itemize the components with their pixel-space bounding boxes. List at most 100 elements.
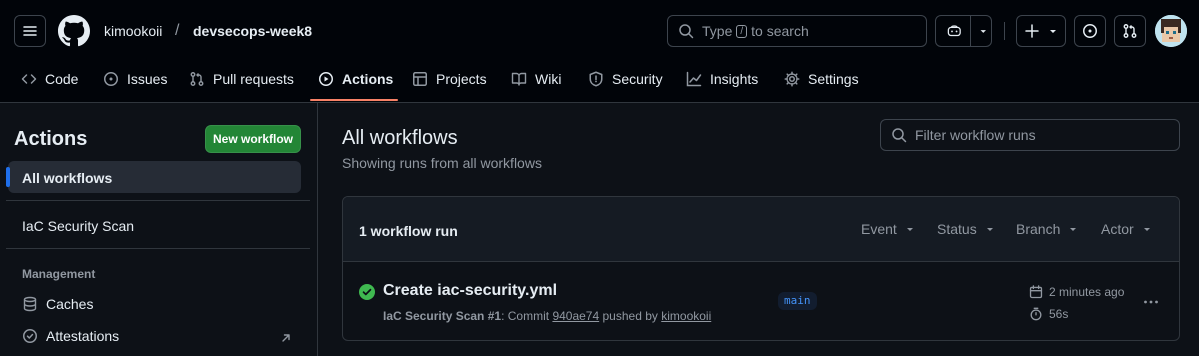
workflow-run-pushed-by: pushed by <box>602 309 658 323</box>
workflow-runs-count: 1 workflow run <box>359 223 458 239</box>
active-indicator <box>6 167 10 187</box>
search-icon <box>892 128 907 143</box>
verified-icon <box>23 329 37 343</box>
chevron-down-icon <box>1070 228 1077 231</box>
tab-security[interactable]: Security <box>588 62 663 96</box>
workflow-run-duration: 56s <box>1029 307 1068 321</box>
issue-icon <box>104 72 118 86</box>
new-workflow-button[interactable]: New workflow <box>205 125 301 153</box>
tab-issues[interactable]: Issues <box>103 62 167 96</box>
tab-wiki-label: Wiki <box>535 71 562 87</box>
workflow-run-meta: IaC Security Scan #1: Commit 940ae74 pus… <box>383 309 711 323</box>
breadcrumb-separator: / <box>175 22 180 39</box>
cache-icon <box>23 296 37 312</box>
event-filter-label: Event <box>861 221 897 237</box>
breadcrumb-owner[interactable]: kimookoii <box>104 22 162 40</box>
sidebar-item-all-workflows-label: All workflows <box>22 170 113 186</box>
actor-link[interactable]: kimookoii <box>661 309 711 323</box>
workflow-runs-panel: 1 workflow run Event Status Branch Actor… <box>342 196 1180 341</box>
stopwatch-icon <box>1030 307 1042 321</box>
page-title: All workflows <box>342 127 458 149</box>
sidebar-item-iac-security-scan[interactable]: IaC Security Scan <box>22 218 134 234</box>
table-icon <box>413 72 427 86</box>
tab-code[interactable]: Code <box>21 62 78 96</box>
tab-settings-label: Settings <box>808 71 859 87</box>
sidebar-item-attestations-label: Attestations <box>46 328 120 344</box>
pull-request-icon <box>1123 24 1137 38</box>
breadcrumb-repo[interactable]: devsecops-week8 <box>193 22 312 40</box>
code-icon <box>21 74 37 84</box>
sidebar-title: Actions <box>14 128 88 150</box>
shield-icon <box>589 71 603 87</box>
search-prefix: Type <box>702 23 733 39</box>
tab-projects[interactable]: Projects <box>412 62 487 96</box>
plus-icon <box>1025 24 1039 38</box>
check-circle-icon <box>359 284 375 300</box>
github-logo-icon[interactable] <box>58 15 90 47</box>
tab-insights[interactable]: Insights <box>686 62 758 96</box>
menu-button[interactable] <box>14 15 46 47</box>
sidebar-item-caches-label: Caches <box>46 296 94 312</box>
copilot-button[interactable] <box>935 15 992 47</box>
sidebar-divider <box>6 248 310 249</box>
tab-insights-label: Insights <box>710 71 759 87</box>
hamburger-icon <box>23 26 37 36</box>
page-subtitle: Showing runs from all workflows <box>342 155 542 171</box>
actor-filter-dropdown[interactable]: Actor <box>1101 221 1152 237</box>
chevron-down-icon <box>1050 30 1056 33</box>
active-tab-underline <box>310 99 398 101</box>
book-icon <box>511 72 527 86</box>
sidebar-item-caches[interactable]: Caches <box>22 296 93 312</box>
tab-code-label: Code <box>45 71 79 87</box>
workflow-run-number: #1 <box>487 309 502 323</box>
status-filter-label: Status <box>937 221 977 237</box>
tab-wiki[interactable]: Wiki <box>511 62 561 96</box>
chevron-down-icon <box>1143 228 1150 231</box>
tab-issues-label: Issues <box>127 71 168 87</box>
tab-security-label: Security <box>612 71 663 87</box>
external-link-icon[interactable] <box>280 332 292 344</box>
tab-actions-label: Actions <box>342 71 394 87</box>
chevron-down-icon <box>906 228 913 231</box>
tab-projects-label: Projects <box>436 71 487 87</box>
workflow-run-duration-label: 56s <box>1049 307 1069 321</box>
play-icon <box>319 72 333 86</box>
run-options-button[interactable] <box>1141 292 1161 312</box>
tab-settings[interactable]: Settings <box>784 62 859 96</box>
status-filter-dropdown[interactable]: Status <box>937 221 995 237</box>
branch-filter-label: Branch <box>1016 221 1061 237</box>
issue-icon <box>1083 24 1097 38</box>
filter-runs-placeholder: Filter workflow runs <box>915 127 1036 143</box>
event-filter-dropdown[interactable]: Event <box>861 221 915 237</box>
workflow-run-time-label: 2 minutes ago <box>1049 285 1125 299</box>
sidebar-divider <box>6 200 310 201</box>
workflow-run-time: 2 minutes ago <box>1029 285 1124 299</box>
chevron-down-icon <box>986 228 993 231</box>
search-suffix: to search <box>751 23 809 39</box>
tab-actions[interactable]: Actions <box>318 62 393 96</box>
filter-runs-input[interactable]: Filter workflow runs <box>880 119 1180 151</box>
calendar-icon <box>1029 285 1043 299</box>
branch-label[interactable]: main <box>778 292 817 310</box>
chevron-down-icon[interactable] <box>976 23 991 39</box>
commit-link[interactable]: 940ae74 <box>552 309 599 323</box>
create-new-button[interactable] <box>1016 15 1066 47</box>
gear-icon <box>784 71 800 87</box>
sidebar-item-attestations[interactable]: Attestations <box>22 328 119 344</box>
search-shortcut-key: / <box>736 24 748 38</box>
pull-request-icon <box>190 72 204 86</box>
tab-pull-requests-label: Pull requests <box>213 71 294 87</box>
sidebar-management-heading: Management <box>22 267 96 281</box>
sidebar-divider-vertical <box>317 103 318 356</box>
branch-filter-dropdown[interactable]: Branch <box>1016 221 1078 237</box>
avatar[interactable] <box>1155 15 1187 47</box>
issues-button[interactable] <box>1074 15 1106 47</box>
search-input[interactable]: Type / to search <box>667 15 927 47</box>
tab-pull-requests[interactable]: Pull requests <box>189 62 294 96</box>
workflow-run-title[interactable]: Create iac-security.yml <box>383 282 557 300</box>
avatar-image <box>1155 15 1187 47</box>
search-icon <box>679 24 694 39</box>
pull-requests-button[interactable] <box>1114 15 1146 47</box>
actor-filter-label: Actor <box>1101 221 1134 237</box>
header-divider <box>1004 22 1005 40</box>
